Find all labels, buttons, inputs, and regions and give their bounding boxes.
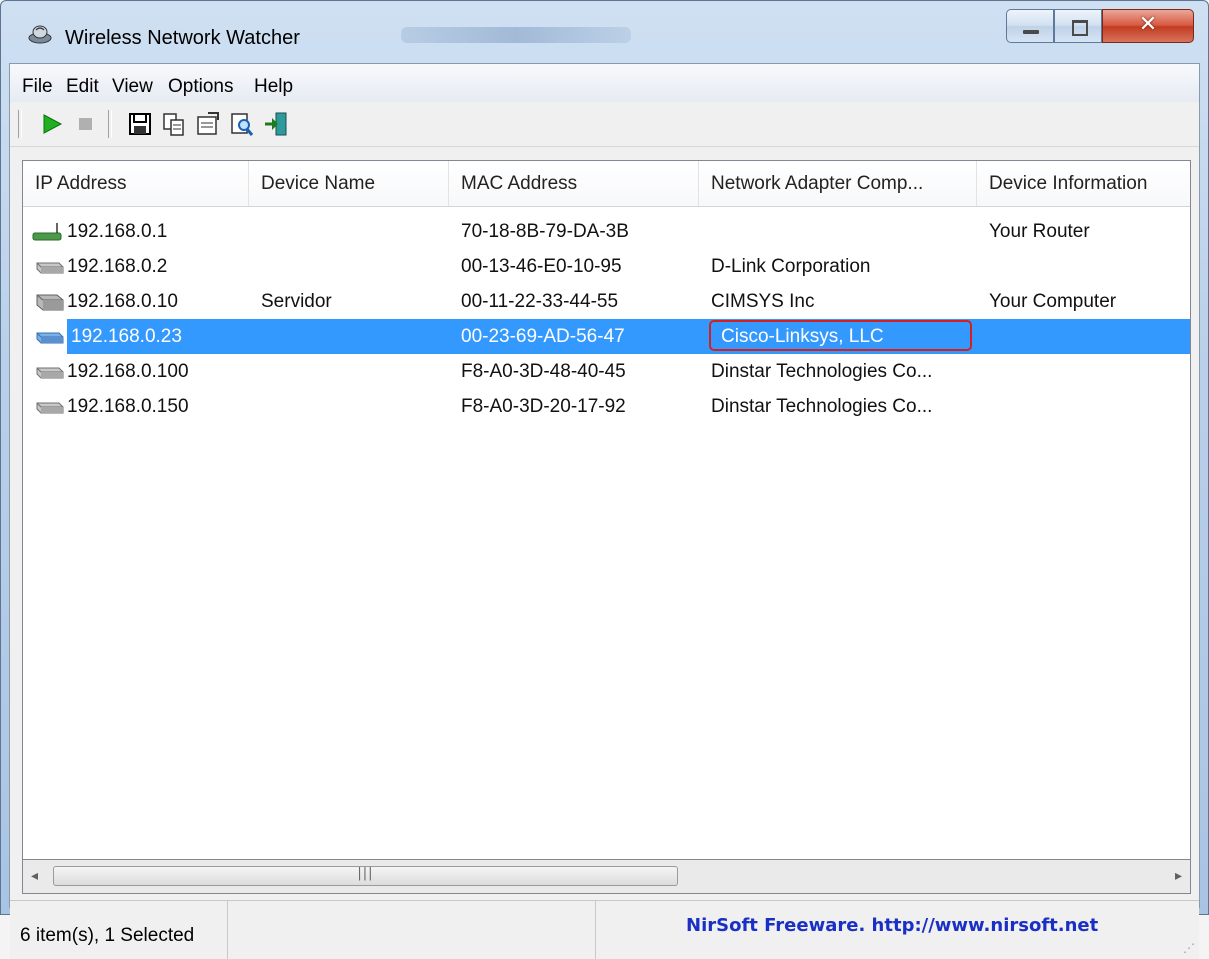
company-cell: D-Link Corporation: [711, 256, 871, 277]
mac-cell: F8-A0-3D-20-17-92: [461, 396, 626, 417]
device-list[interactable]: IP Address Device Name MAC Address Netwo…: [22, 160, 1191, 860]
column-header-company-label: Network Adapter Comp...: [711, 173, 924, 194]
mac-cell: F8-A0-3D-48-40-45: [461, 361, 626, 382]
ip-cell: 192.168.0.100: [67, 361, 189, 382]
column-header-info-label: Device Information: [989, 173, 1148, 194]
close-icon: ✕: [1138, 12, 1158, 37]
column-header-device-name-label: Device Name: [261, 173, 376, 194]
status-count: 6 item(s), 1 Selected: [20, 925, 195, 946]
toolbar: [10, 102, 1199, 147]
network-device-icon: [36, 367, 64, 379]
minimize-button[interactable]: [1006, 9, 1054, 43]
ip-cell: 192.168.0.150: [67, 396, 189, 417]
mac-cell: 70-18-8B-79-DA-3B: [461, 221, 629, 242]
status-bar: 6 item(s), 1 Selected NirSoft Freeware. …: [10, 900, 1199, 959]
table-row[interactable]: 192.168.0.150 F8-A0-3D-20-17-92 Dinstar …: [23, 389, 1190, 424]
mac-cell: 00-23-69-AD-56-47: [461, 326, 625, 347]
minimize-icon: [1023, 30, 1039, 34]
ip-cell: 192.168.0.2: [67, 256, 168, 277]
status-cell-count: 6 item(s), 1 Selected: [10, 901, 228, 959]
toolbar-separator: [108, 110, 112, 138]
company-cell: CIMSYS Inc: [711, 291, 815, 312]
table-row[interactable]: 192.168.0.1 70-18-8B-79-DA-3B Your Route…: [23, 214, 1190, 249]
network-device-icon: [36, 402, 64, 414]
ip-cell: 192.168.0.1: [67, 221, 168, 242]
background-blur: [401, 27, 631, 43]
column-header-company[interactable]: Network Adapter Comp...: [699, 161, 977, 206]
table-row[interactable]: 192.168.0.10 Servidor 00-11-22-33-44-55 …: [23, 284, 1190, 319]
menu-help[interactable]: Help: [254, 76, 293, 98]
menu-bar: File Edit View Options Help: [10, 64, 1199, 103]
horizontal-scrollbar[interactable]: ◂ ||| ▸: [22, 860, 1191, 894]
ip-cell: 192.168.0.10: [67, 291, 178, 312]
list-header: IP Address Device Name MAC Address Netwo…: [23, 161, 1190, 207]
table-row[interactable]: 192.168.0.100 F8-A0-3D-48-40-45 Dinstar …: [23, 354, 1190, 389]
title-bar[interactable]: Wireless Network Watcher ✕: [1, 1, 1208, 63]
menu-edit-label: Edit: [66, 76, 99, 97]
table-row[interactable]: 192.168.0.2 00-13-46-E0-10-95 D-Link Cor…: [23, 249, 1190, 284]
play-icon[interactable]: [38, 110, 66, 138]
network-device-icon: [36, 262, 64, 274]
scroll-right-icon[interactable]: ▸: [1175, 868, 1182, 884]
mac-cell: 00-11-22-33-44-55: [461, 291, 619, 312]
computer-icon: [36, 294, 64, 311]
column-header-mac-label: MAC Address: [461, 173, 578, 194]
menu-help-label: Help: [254, 76, 294, 97]
selection-highlight: [67, 319, 1190, 354]
ip-cell: 192.168.0.23: [71, 326, 182, 347]
app-window: Wireless Network Watcher ✕ File Edit Vie…: [0, 0, 1209, 959]
info-cell: Your Computer: [989, 291, 1117, 312]
maximize-icon: [1072, 20, 1088, 36]
copy-icon[interactable]: [160, 110, 188, 138]
close-button[interactable]: ✕: [1102, 9, 1194, 43]
column-header-ip-label: IP Address: [35, 173, 127, 194]
size-grip-icon[interactable]: ⋰: [1183, 941, 1195, 955]
menu-file-label: File: [22, 76, 53, 97]
router-icon: [32, 223, 62, 241]
mac-cell: 00-13-46-E0-10-95: [461, 256, 622, 277]
exit-icon[interactable]: [262, 110, 290, 138]
menu-options[interactable]: Options: [168, 76, 233, 98]
menu-view[interactable]: View: [112, 76, 153, 98]
column-header-mac[interactable]: MAC Address: [449, 161, 699, 206]
table-row-selected[interactable]: 192.168.0.23 00-23-69-AD-56-47 Cisco-Lin…: [23, 319, 1190, 354]
scrollbar-thumb[interactable]: |||: [53, 866, 678, 886]
menu-view-label: View: [112, 76, 153, 97]
network-device-icon: [36, 332, 64, 344]
app-icon: [28, 25, 52, 44]
client-area: File Edit View Options Help IP Address D…: [9, 63, 1200, 959]
status-cell-empty: [228, 901, 596, 959]
column-header-ip[interactable]: IP Address: [23, 161, 249, 206]
window-title: Wireless Network Watcher: [65, 27, 300, 49]
properties-icon[interactable]: [194, 110, 222, 138]
stop-icon[interactable]: [72, 110, 100, 138]
find-icon[interactable]: [228, 110, 256, 138]
maximize-button[interactable]: [1054, 9, 1102, 43]
menu-options-label: Options: [168, 76, 234, 97]
column-header-device-name[interactable]: Device Name: [249, 161, 449, 206]
info-cell: Your Router: [989, 221, 1090, 242]
column-header-info[interactable]: Device Information: [977, 161, 1190, 206]
nirsoft-link[interactable]: NirSoft Freeware. http://www.nirsoft.net: [686, 915, 1098, 936]
company-cell: Dinstar Technologies Co...: [711, 396, 933, 417]
menu-edit[interactable]: Edit: [66, 76, 99, 98]
toolbar-separator: [18, 110, 22, 138]
scroll-left-icon[interactable]: ◂: [31, 868, 38, 884]
grip-icon: |||: [357, 866, 374, 881]
menu-file[interactable]: File: [22, 76, 53, 98]
save-icon[interactable]: [126, 110, 154, 138]
company-cell: Dinstar Technologies Co...: [711, 361, 933, 382]
device-name-cell: Servidor: [261, 291, 332, 312]
annotation-highlight-box: [709, 320, 972, 351]
